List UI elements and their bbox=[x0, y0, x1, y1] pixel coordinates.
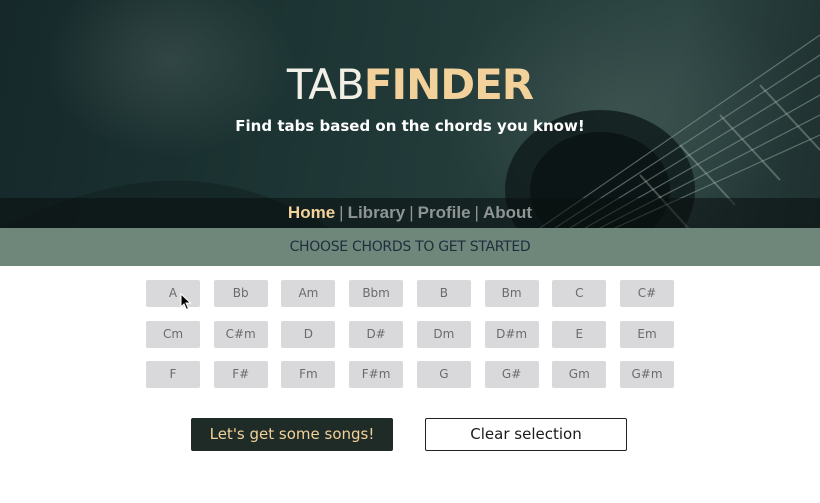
chord-button[interactable]: F# bbox=[213, 361, 268, 388]
chord-button[interactable]: G bbox=[416, 361, 471, 388]
brand-part-1: TAB bbox=[286, 60, 365, 109]
chord-button[interactable]: Bbm bbox=[349, 280, 404, 307]
guitar-background-image bbox=[0, 34, 820, 228]
nav-separator: | bbox=[474, 203, 479, 222]
chord-button[interactable]: G# bbox=[484, 361, 539, 388]
clear-selection-button[interactable]: Clear selection bbox=[425, 418, 627, 451]
nav-separator: | bbox=[409, 203, 414, 222]
chord-button[interactable]: C#m bbox=[213, 320, 268, 348]
chord-button[interactable]: F bbox=[146, 361, 200, 388]
hero-banner: TABFINDER Find tabs based on the chords … bbox=[0, 0, 820, 228]
brand-part-2: FINDER bbox=[363, 60, 534, 109]
chord-button[interactable]: D#m bbox=[484, 320, 539, 348]
main-nav: Home | Library | Profile | About bbox=[0, 198, 820, 228]
get-songs-button[interactable]: Let's get some songs! bbox=[191, 418, 393, 451]
nav-profile[interactable]: Profile bbox=[418, 203, 471, 222]
chord-button[interactable]: Am bbox=[281, 280, 336, 307]
chord-button[interactable]: B bbox=[416, 280, 471, 307]
chord-button[interactable]: Bb bbox=[213, 280, 268, 307]
chord-button[interactable]: Dm bbox=[416, 320, 471, 348]
nav-about[interactable]: About bbox=[483, 203, 532, 222]
section-banner: CHOOSE CHORDS TO GET STARTED bbox=[0, 228, 820, 266]
chord-button[interactable]: D# bbox=[349, 320, 404, 348]
mouse-pointer-icon bbox=[180, 293, 192, 311]
chord-button[interactable]: F#m bbox=[349, 361, 404, 388]
chord-button[interactable]: Fm bbox=[281, 361, 336, 388]
brand-logo: TABFINDER bbox=[0, 56, 820, 114]
tagline: Find tabs based on the chords you know! bbox=[235, 117, 585, 135]
nav-library[interactable]: Library bbox=[348, 203, 406, 222]
nav-separator: | bbox=[339, 203, 344, 222]
chord-button[interactable]: Gm bbox=[552, 361, 607, 388]
chord-button[interactable]: Bm bbox=[484, 280, 539, 307]
chord-button[interactable]: E bbox=[552, 320, 607, 348]
chord-button[interactable]: G#m bbox=[620, 361, 674, 388]
chord-button[interactable]: C bbox=[552, 280, 607, 307]
nav-home[interactable]: Home bbox=[288, 203, 335, 222]
chord-button[interactable]: Em bbox=[620, 320, 674, 348]
chord-button[interactable]: D bbox=[281, 320, 336, 348]
chord-button[interactable]: C# bbox=[620, 280, 674, 307]
chord-button[interactable]: Cm bbox=[146, 320, 200, 348]
